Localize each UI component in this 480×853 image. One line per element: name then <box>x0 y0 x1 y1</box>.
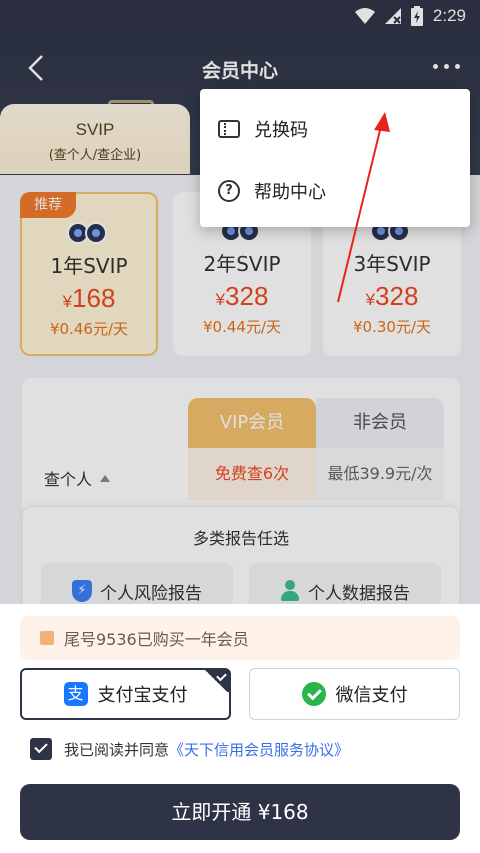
caret-up-icon <box>100 474 111 482</box>
member-avatars-icon <box>22 222 156 244</box>
battery-icon <box>410 6 423 26</box>
wechat-pay-icon <box>301 682 326 706</box>
more-dots-icon[interactable] <box>433 64 460 69</box>
purchase-notice: 尾号9536已购买一年会员 <box>20 616 460 660</box>
person-icon <box>280 580 300 602</box>
benefit-compare: VIP会员 非会员 查个人 免费查6次 最低39.9元/次 多类报告任选 ⚡ 个… <box>22 378 460 619</box>
menu-item-help-center[interactable]: ? 帮助中心 <box>200 161 470 221</box>
cell-non-member-value: 最低39.9元/次 <box>316 448 444 500</box>
plan-name: 2年SVIP <box>203 252 281 276</box>
tab-svip-sublabel: (查个人/查企业) <box>48 148 142 163</box>
wechat-pay-button[interactable]: 微信支付 <box>249 668 460 720</box>
report-panel: 多类报告任选 ⚡ 个人风险报告 个人数据报告 <box>22 506 460 619</box>
more-menu: 兑换码 ? 帮助中心 <box>200 89 470 227</box>
plan-price: ¥328 <box>365 281 419 311</box>
recommend-badge: 推荐 <box>20 192 76 218</box>
help-question-icon: ? <box>218 180 240 202</box>
plan-daily-price: ¥0.30元/天 <box>353 318 431 336</box>
activate-button[interactable]: 立即开通 ¥168 <box>20 784 460 840</box>
selected-check-icon <box>203 670 229 692</box>
checkout-panel: 尾号9536已购买一年会员 支 支付宝支付 微信支付 我已阅读并同意《天下信用会… <box>0 604 480 853</box>
status-time: 2:29 <box>432 6 466 25</box>
plan-card-1y[interactable]: 推荐 1年SVIP ¥168 ¥0.46元/天 <box>20 192 158 356</box>
ticket-icon <box>218 120 240 138</box>
signal-icon <box>384 8 401 24</box>
speaker-icon <box>40 631 54 645</box>
plan-price: ¥168 <box>62 283 116 313</box>
alipay-button[interactable]: 支 支付宝支付 <box>20 668 231 720</box>
agreement-link[interactable]: 《天下信用会员服务协议》 <box>169 741 349 759</box>
plan-daily-price: ¥0.44元/天 <box>203 318 281 336</box>
plan-name: 3年SVIP <box>353 252 431 276</box>
page-title: 会员中心 <box>201 60 278 82</box>
plan-daily-price: ¥0.46元/天 <box>50 320 128 338</box>
alipay-icon: 支 <box>63 682 88 706</box>
plan-price: ¥328 <box>215 281 269 311</box>
column-vip: VIP会员 <box>188 398 316 448</box>
agreement-checkbox[interactable] <box>30 738 52 760</box>
cell-vip-value: 免费查6次 <box>188 448 316 500</box>
status-bar: 2:29 <box>0 0 480 34</box>
menu-item-redeem-code[interactable]: 兑换码 <box>200 99 470 159</box>
plan-name: 1年SVIP <box>50 254 128 278</box>
column-non-member: 非会员 <box>316 398 444 448</box>
navbar: 会员中心 <box>0 40 480 96</box>
shield-bolt-icon: ⚡ <box>72 580 92 602</box>
row-toggle-person[interactable]: 查个人 <box>44 466 111 490</box>
agreement-row: 我已阅读并同意《天下信用会员服务协议》 <box>30 738 349 760</box>
wifi-icon <box>354 8 375 24</box>
report-panel-title: 多类报告任选 <box>192 529 289 548</box>
tab-svip-label: SVIP <box>75 120 115 139</box>
tab-svip[interactable]: SVIP (查个人/查企业) <box>0 104 190 174</box>
